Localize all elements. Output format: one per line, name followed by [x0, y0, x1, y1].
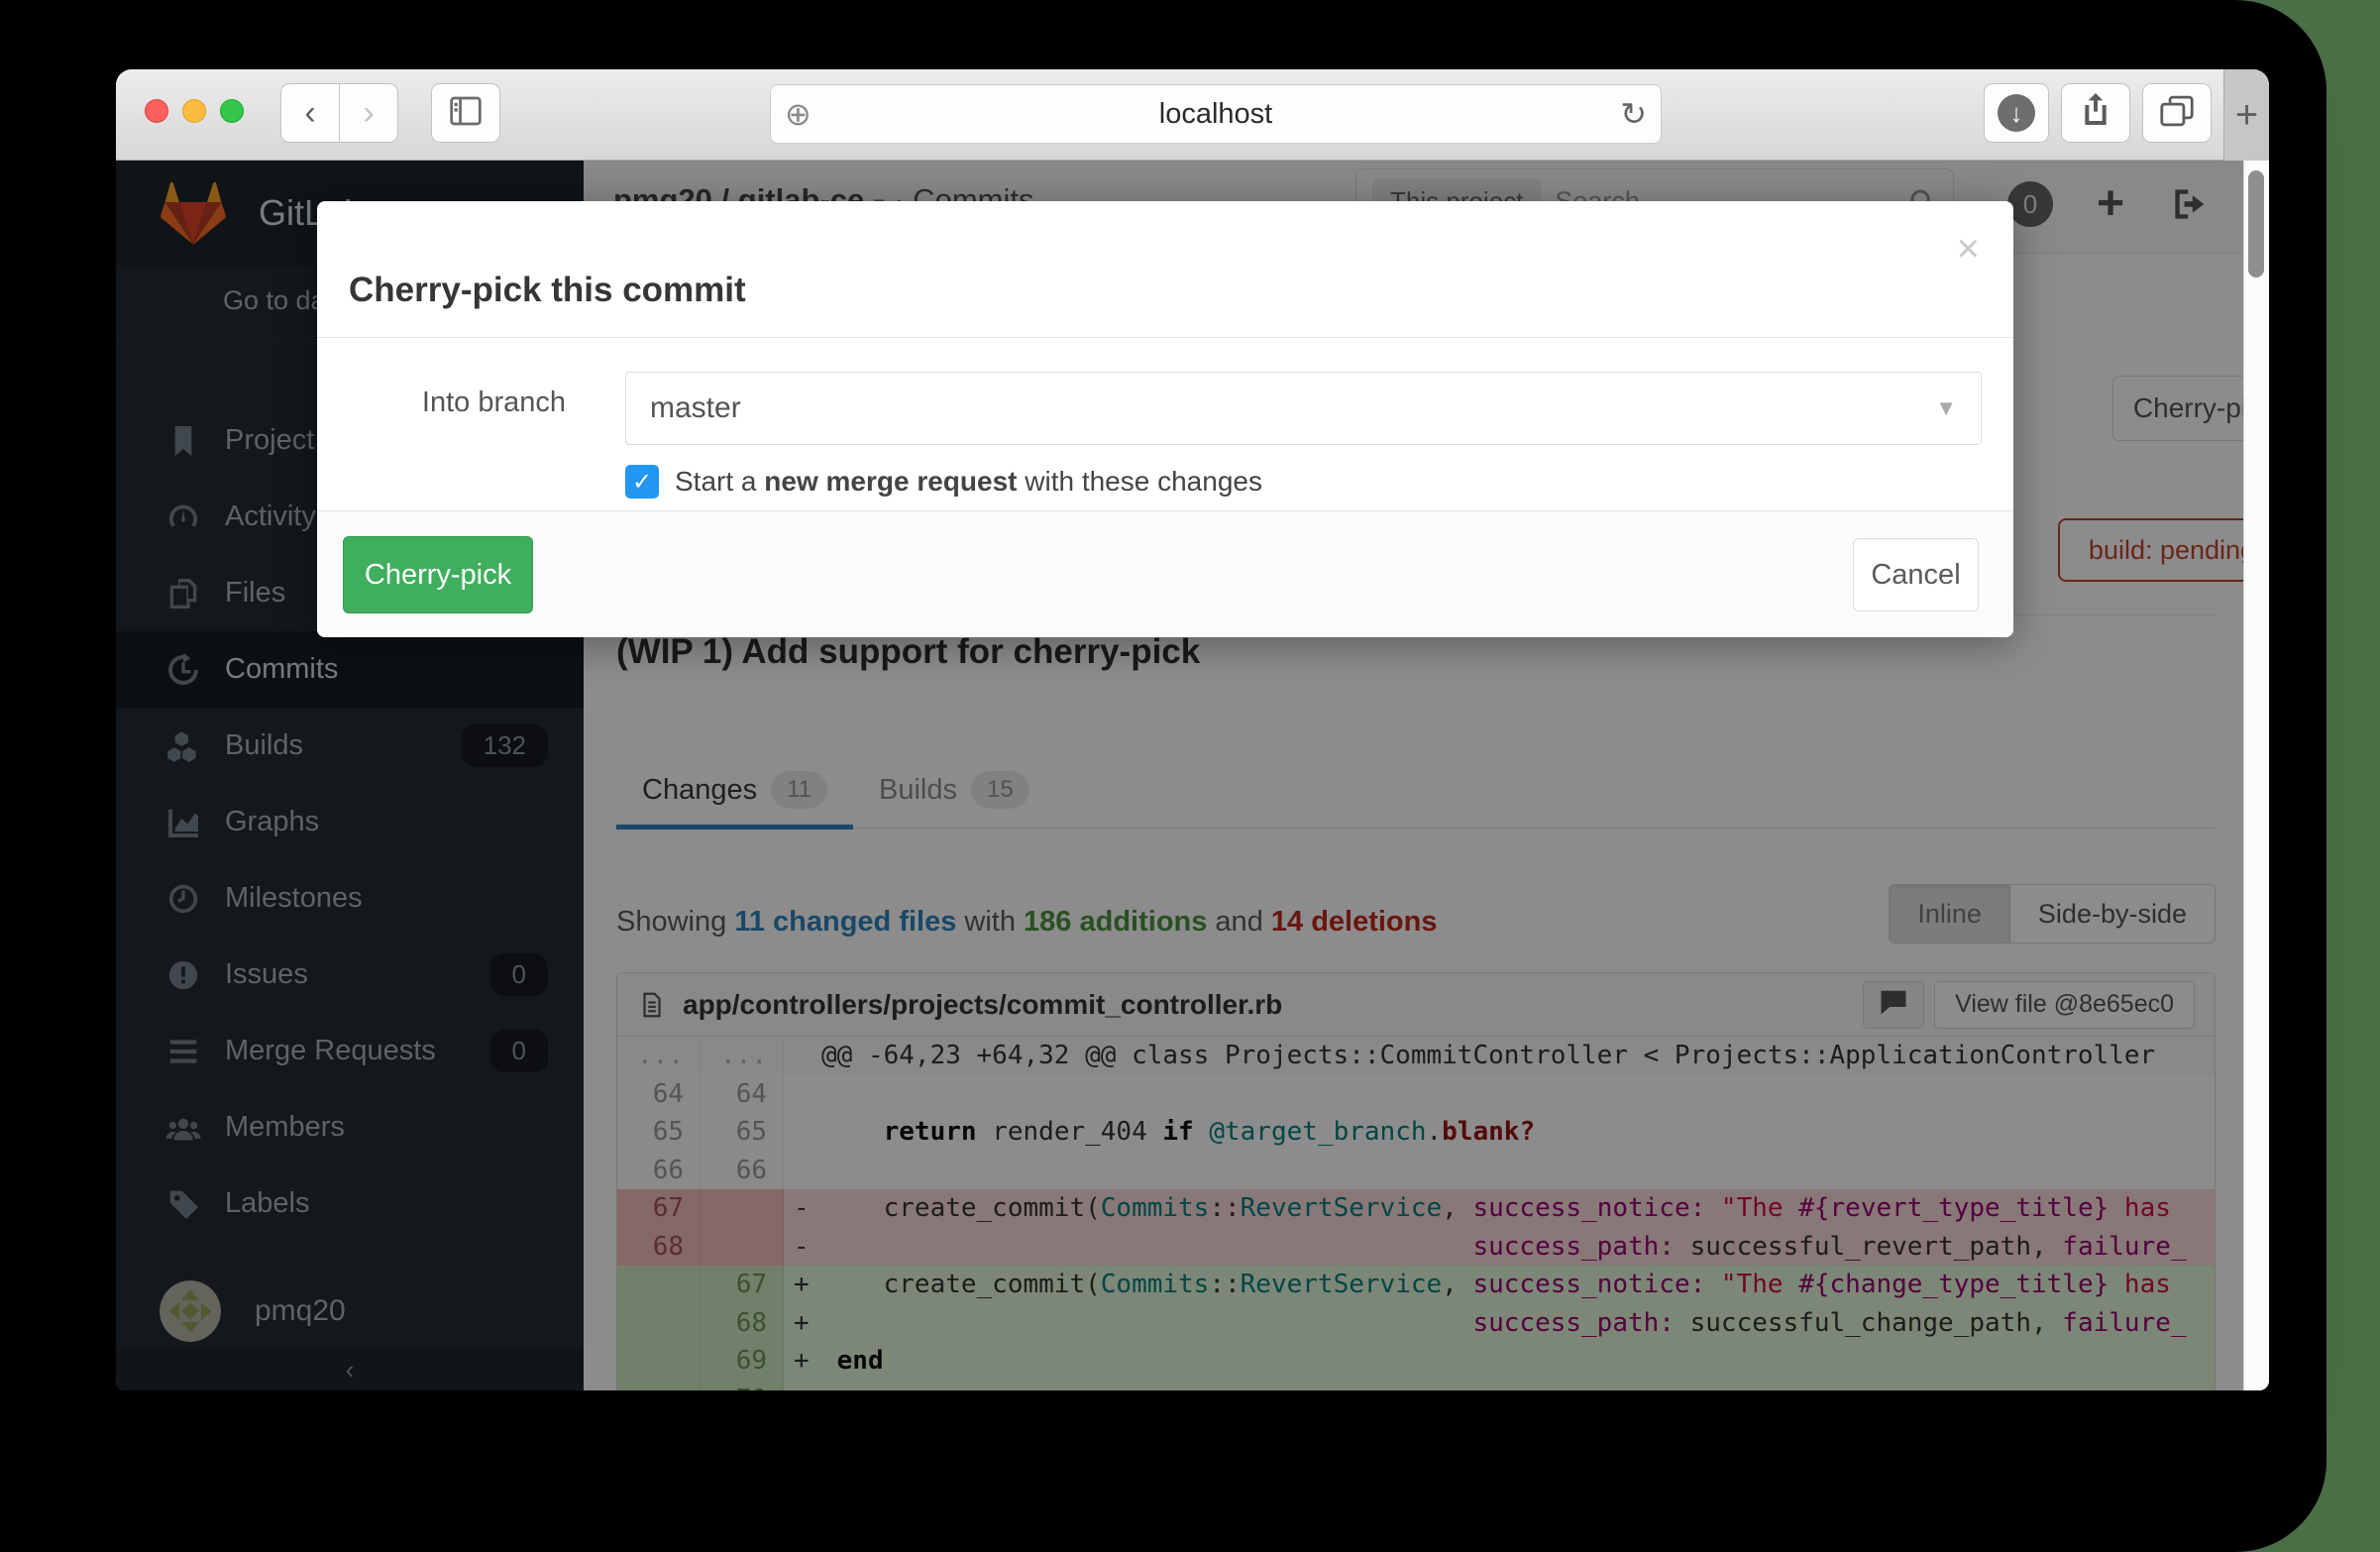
forward-button[interactable]: ›	[339, 83, 398, 143]
checkbox-label-pre: Start a	[675, 466, 764, 497]
close-icon[interactable]: ×	[1957, 229, 1980, 269]
url-bar[interactable]: ⊕ localhost ↻	[770, 84, 1662, 144]
checkbox-label: Start a new merge request with these cha…	[675, 466, 1262, 498]
cancel-button[interactable]: Cancel	[1853, 538, 1979, 611]
checkbox-label-post: with these changes	[1017, 466, 1262, 497]
tabs-icon	[2159, 94, 2195, 133]
cherry-pick-modal: × Cherry-pick this commit Into branch ma…	[317, 201, 2013, 637]
minimize-window-button[interactable]	[182, 99, 206, 123]
download-icon: ↓	[1998, 94, 2035, 132]
zoom-window-button[interactable]	[220, 99, 244, 123]
share-button[interactable]	[2061, 83, 2130, 143]
chevron-down-icon: ▼	[1935, 395, 1957, 421]
branch-select[interactable]: master ▼	[625, 372, 1982, 445]
checkbox-label-bold: new merge request	[764, 466, 1017, 497]
new-merge-request-row: ✓ Start a new merge request with these c…	[625, 465, 1262, 499]
new-merge-request-checkbox[interactable]: ✓	[625, 465, 659, 499]
back-button[interactable]: ‹	[280, 83, 340, 143]
close-window-button[interactable]	[145, 99, 168, 123]
browser-chrome: ‹ › ⊕ localhost ↻ ↓	[116, 69, 2269, 161]
browser-scrollbar	[2243, 161, 2269, 1390]
scrollbar-thumb[interactable]	[2248, 170, 2264, 277]
branch-select-value: master	[650, 391, 741, 425]
screenshot-canvas: ‹ › ⊕ localhost ↻ ↓	[0, 0, 2380, 1552]
downloads-button[interactable]: ↓	[1984, 83, 2049, 143]
safari-window: ‹ › ⊕ localhost ↻ ↓	[116, 69, 2269, 1390]
sidebar-icon	[449, 96, 483, 131]
divider	[317, 337, 2013, 338]
url-text: localhost	[771, 98, 1661, 131]
new-tab-button[interactable]: +	[2223, 69, 2269, 161]
sidebar-toggle-button[interactable]	[431, 83, 500, 143]
reload-icon[interactable]: ↻	[1620, 95, 1647, 133]
into-branch-label: Into branch	[317, 387, 566, 419]
tab-overview-button[interactable]	[2142, 83, 2212, 143]
share-icon	[2080, 93, 2111, 134]
modal-title: Cherry-pick this commit	[349, 271, 746, 310]
url-reader-icon: ⊕	[785, 95, 811, 133]
cherry-pick-submit-button[interactable]: Cherry-pick	[343, 536, 533, 613]
modal-footer: Cherry-pick Cancel	[317, 510, 2013, 637]
